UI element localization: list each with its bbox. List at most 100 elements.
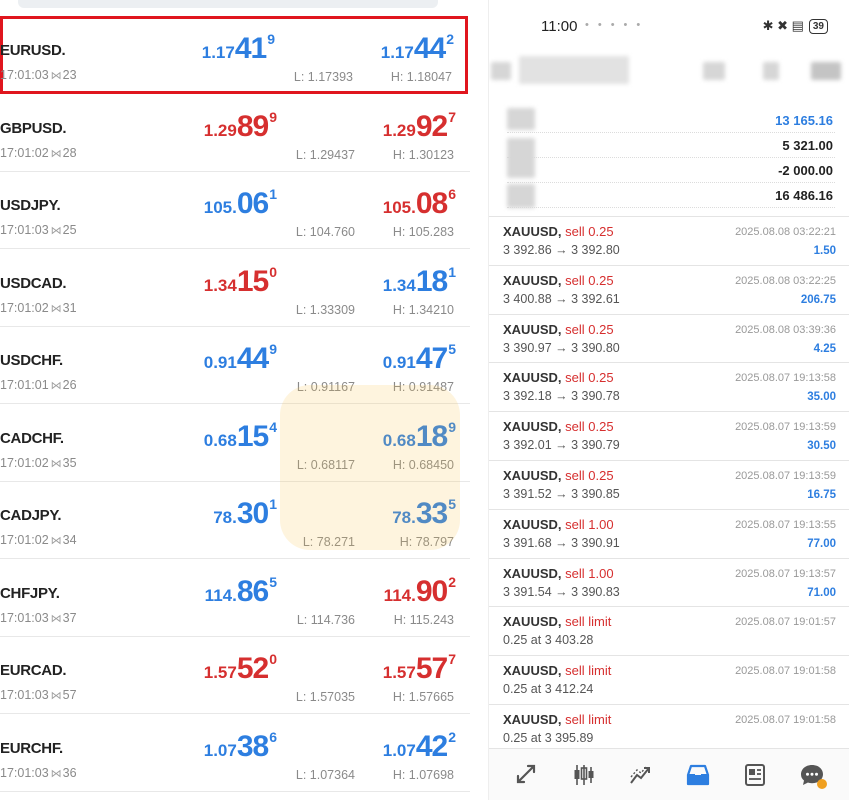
- trade-row[interactable]: XAUUSD, sell 0.25 3 400.88 → 3 392.61 2025…: [489, 264, 849, 314]
- quote-symbol: CADCHF.: [0, 429, 64, 447]
- ask-price[interactable]: 105.086: [383, 187, 456, 219]
- ask-price[interactable]: 1.17442: [380, 32, 454, 65]
- ask-price-prefix: 1.17: [380, 43, 414, 62]
- trade-symbol-name: XAUUSD,: [503, 614, 562, 630]
- ask-price[interactable]: 114.902: [384, 575, 456, 607]
- bid-price[interactable]: 1.57520: [204, 652, 277, 685]
- bid-price-pips: 89: [236, 109, 269, 143]
- quote-row[interactable]: CADJPY. 17:01:02 ⋈34 78.301 78.335 L: 78.271 H…: [0, 481, 470, 559]
- trade-row[interactable]: XAUUSD, sell limit 0.25 at 3 412.24 2025.0…: [489, 655, 849, 704]
- bid-price[interactable]: 105.061: [204, 187, 277, 220]
- trade-row[interactable]: XAUUSD, sell 0.25 3 390.97 → 3 390.80 2025…: [489, 313, 849, 363]
- bid-price[interactable]: 78.301: [213, 497, 277, 529]
- trade-row[interactable]: XAUUSD, sell 0.25 3 391.52 → 3 390.85 2025…: [489, 460, 849, 509]
- trade-side: sell 1.00: [565, 565, 614, 581]
- ask-price-pips: 92: [415, 109, 448, 143]
- quote-row[interactable]: USDCHF. 17:01:01 ⋈26 0.91449 0.91475 L: 0.911…: [0, 326, 470, 404]
- trade-side: sell limit: [565, 712, 612, 727]
- trade-symbol-name: XAUUSD,: [503, 419, 562, 435]
- quote-symbol: GBPUSD.: [0, 119, 67, 137]
- nav-trade-button[interactable]: [623, 757, 659, 793]
- redacted-account-name: [519, 56, 629, 84]
- quote-row[interactable]: GBPUSD. 17:01:02 ⋈28 1.29899 1.29927 L: 1.294…: [0, 94, 470, 172]
- trade-symbol: XAUUSD, sell 0.25: [503, 419, 614, 434]
- status-clock: 11:00: [541, 18, 578, 35]
- bid-price[interactable]: 1.17419: [202, 32, 275, 64]
- ask-price-fraction: 2: [448, 728, 456, 745]
- quote-low: L: 1.17393: [293, 70, 353, 84]
- balance-value: -2 000.00: [778, 163, 833, 178]
- bid-price-fraction: 4: [269, 418, 277, 435]
- trade-row[interactable]: XAUUSD, sell 0.25 3 392.86 → 3 392.80 2025…: [489, 216, 849, 265]
- nav-chart-button[interactable]: [566, 757, 602, 793]
- trade-time: 2025.08.07 19:13:58: [735, 372, 836, 385]
- bid-price[interactable]: 0.91449: [204, 341, 277, 375]
- quote-spread: 36: [62, 765, 77, 780]
- trade-row[interactable]: XAUUSD, sell limit 0.25 at 3 395.89 2025.0…: [489, 704, 849, 753]
- quote-row[interactable]: CHFJPY. 17:01:03 ⋈37 114.865 114.902 L: 114.7…: [0, 559, 470, 637]
- nav-history-button[interactable]: [680, 757, 716, 793]
- quote-meta: 17:01:03 ⋈36: [0, 766, 77, 780]
- bid-price[interactable]: 114.865: [205, 574, 277, 608]
- quote-symbol: EURUSD.: [0, 42, 66, 59]
- ask-price[interactable]: 0.68189: [383, 420, 456, 452]
- redacted-balance-labels: [507, 138, 535, 178]
- trade-row[interactable]: XAUUSD, sell 0.25 3 392.18 → 3 390.78 2025…: [489, 362, 849, 411]
- quote-meta: 17:01:03 ⋈57: [0, 688, 77, 702]
- balance-value: 5 321.00: [782, 138, 833, 153]
- spread-icon: ⋈: [50, 767, 62, 780]
- trade-prices: 3 392.86 → 3 392.80: [503, 243, 620, 257]
- trade-symbol-name: XAUUSD,: [503, 663, 562, 679]
- trade-profit: 77.00: [807, 537, 836, 550]
- quote-meta: 17:01:03 ⋈25: [0, 223, 77, 237]
- quote-row[interactable]: USDCAD. 17:01:02 ⋈31 1.34150 1.34181 L: 1.333…: [0, 249, 470, 327]
- bid-price-fraction: 9: [269, 341, 277, 357]
- trade-row[interactable]: XAUUSD, sell 0.25 3 392.01 → 3 390.79 2025…: [489, 411, 849, 460]
- trade-time: 2025.08.08 03:22:25: [735, 274, 836, 287]
- trade-symbol-name: XAUUSD,: [503, 712, 562, 727]
- quote-meta: 17:01:02 ⋈35: [0, 456, 77, 470]
- trade-symbol-name: XAUUSD,: [503, 224, 562, 239]
- bid-price[interactable]: 1.29899: [204, 109, 277, 143]
- bid-price-pips: 44: [236, 342, 269, 375]
- ask-price-fraction: 7: [448, 651, 456, 667]
- status-bar: 11:00 ••••• ✱ ✖ ▤ 39: [489, 14, 849, 38]
- quote-time: 17:01:03: [0, 68, 49, 82]
- quote-time: 17:01:02: [0, 145, 49, 160]
- ask-price-prefix: 1.57: [382, 663, 416, 682]
- quote-row[interactable]: USDJPY. 17:01:03 ⋈25 105.061 105.086 L: 104.7…: [0, 171, 470, 249]
- bid-price-pips: 86: [236, 574, 269, 608]
- quote-row[interactable]: EURCHF. 17:01:03 ⋈36 1.07386 1.07422 L: 1.073…: [0, 714, 470, 792]
- bid-price-pips: 06: [236, 187, 269, 220]
- nav-quotes-button[interactable]: [509, 757, 545, 793]
- ask-price[interactable]: 78.335: [392, 497, 456, 529]
- quote-symbol: USDCAD.: [0, 274, 67, 292]
- bid-price[interactable]: 1.34150: [204, 265, 277, 297]
- nav-news-button[interactable]: [737, 757, 773, 793]
- bid-price[interactable]: 0.68154: [204, 418, 277, 452]
- trade-row[interactable]: XAUUSD, sell 1.00 3 391.68 → 3 390.91 2025…: [489, 508, 849, 558]
- trade-row[interactable]: XAUUSD, sell 1.00 3 391.54 → 3 390.83 2025…: [489, 557, 849, 607]
- battery-icon: 39: [808, 18, 828, 34]
- ask-price-pips: 44: [413, 32, 446, 65]
- trade-row[interactable]: XAUUSD, sell limit 0.25 at 3 403.28 2025.0…: [489, 606, 849, 655]
- bid-price[interactable]: 1.07386: [204, 730, 277, 762]
- trade-symbol: XAUUSD, sell 0.25: [503, 370, 614, 385]
- ask-price[interactable]: 0.91475: [383, 342, 456, 374]
- quote-spread: 57: [62, 688, 77, 702]
- ask-price[interactable]: 1.07422: [383, 728, 456, 762]
- trade-profit: 4.25: [813, 342, 836, 355]
- quote-symbol: EURCAD.: [0, 662, 67, 679]
- bid-price-pips: 52: [236, 652, 269, 685]
- trade-profit: 71.00: [807, 586, 836, 599]
- quote-row[interactable]: EURUSD. 17:01:03 ⋈23 1.17419 1.17442 L: 1.173…: [0, 16, 468, 94]
- nav-messages-button[interactable]: [794, 757, 830, 793]
- trade-time: 2025.08.07 19:01:57: [735, 616, 836, 629]
- ask-price[interactable]: 1.57577: [382, 651, 456, 684]
- ask-price[interactable]: 1.34181: [383, 265, 456, 297]
- ask-price[interactable]: 1.29927: [383, 109, 456, 143]
- trade-prices: 0.25 at 3 412.24: [503, 682, 594, 697]
- quote-low: L: 1.07364: [295, 767, 355, 782]
- quote-row[interactable]: CADCHF. 17:01:02 ⋈35 0.68154 0.68189 L: 0.681…: [0, 404, 470, 482]
- quote-row[interactable]: EURCAD. 17:01:03 ⋈57 1.57520 1.57577 L: 1.570…: [0, 636, 470, 714]
